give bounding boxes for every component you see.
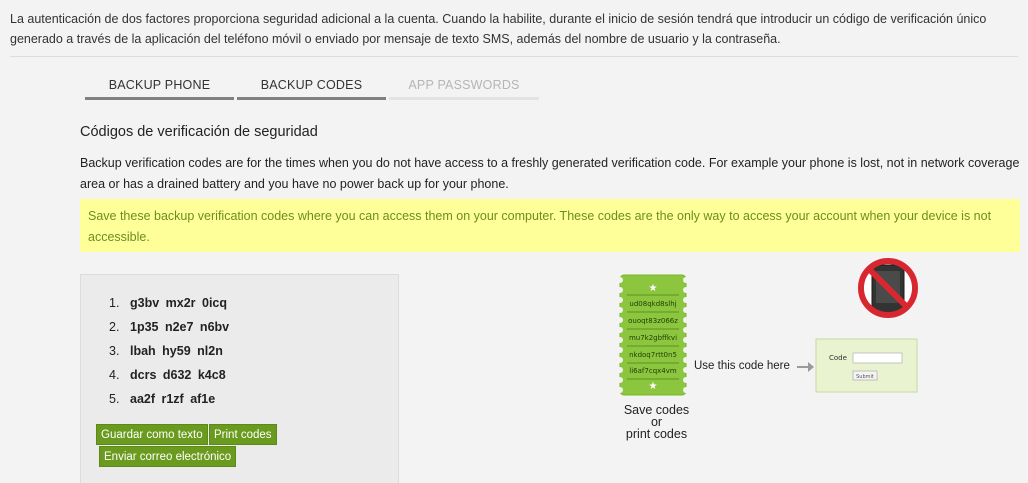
form-code-label: Code: [829, 354, 847, 362]
code-number: 5.: [109, 392, 120, 406]
backup-codes-panel: 1. g3bv mx2r 0icq 2. 1p35 n2e7 n6bv 3. lbah…: [80, 274, 399, 483]
section-title: Códigos de verificación de seguridad: [80, 124, 318, 140]
intro-text: La autenticación de dos factores proporc…: [10, 12, 987, 46]
svg-text:★: ★: [649, 283, 658, 294]
backup-code: 1p35 n2e7 n6bv: [130, 320, 230, 334]
print-codes-button[interactable]: Print codes: [209, 424, 277, 445]
code-number: 3.: [109, 344, 120, 358]
ticket-code: nkdoq7rtt0n5: [629, 351, 677, 359]
ticket-caption: Save codes or print codes: [600, 404, 713, 441]
divider: [10, 56, 1018, 57]
list-item: 2. 1p35 n2e7 n6bv: [109, 319, 229, 343]
ticket-icon: ★ ★ ud08qkd8slhj ouoqt83z066z mu7k2gbffk…: [617, 274, 689, 396]
no-phone-icon: [858, 258, 918, 318]
section-description: Backup verification codes are for the ti…: [80, 156, 1020, 191]
tab-underline: [389, 97, 539, 100]
send-email-button[interactable]: Enviar correo electrónico: [99, 446, 237, 467]
list-item: 1. g3bv mx2r 0icq: [109, 295, 229, 319]
backup-codes-list: 1. g3bv mx2r 0icq 2. 1p35 n2e7 n6bv 3. lbah…: [109, 295, 229, 415]
tab-backup-phone[interactable]: BACKUP PHONE: [85, 78, 234, 100]
list-item: 4. dcrs d632 k4c8: [109, 367, 229, 391]
code-number: 4.: [109, 368, 120, 382]
ticket-code: mu7k2gbffkvi: [629, 334, 677, 342]
list-item: 5. aa2f r1zf af1e: [109, 391, 229, 415]
tab-label: BACKUP CODES: [260, 78, 363, 92]
code-number: 2.: [109, 320, 120, 334]
backup-code: dcrs d632 k4c8: [130, 368, 226, 382]
code-number: 1.: [109, 296, 120, 310]
tab-backup-codes[interactable]: BACKUP CODES: [237, 78, 386, 100]
svg-text:★: ★: [649, 381, 658, 392]
form-button-label: Submit: [856, 374, 874, 380]
notice-banner: Save these backup verification codes whe…: [80, 199, 1020, 252]
caption-line: print codes: [625, 427, 688, 441]
tab-label: APP PASSWORDS: [408, 78, 520, 92]
list-item: 3. lbah hy59 nl2n: [109, 343, 229, 367]
backup-codes-illustration: ★ ★ ud08qkd8slhj ouoqt83z066z mu7k2gbffk…: [600, 255, 930, 455]
tab-underline: [237, 97, 386, 100]
save-as-text-button[interactable]: Guardar como texto: [96, 424, 208, 445]
arrow-right-icon: [797, 362, 814, 372]
use-code-label: Use this code here: [694, 360, 790, 372]
tab-underline: [85, 97, 234, 100]
ticket-code: li6af7cqx4vm: [629, 367, 677, 375]
ticket-code: ud08qkd8slhj: [629, 300, 676, 308]
backup-code: aa2f r1zf af1e: [130, 392, 216, 406]
backup-code: g3bv mx2r 0icq: [130, 296, 228, 310]
ticket-code: ouoqt83z066z: [628, 317, 678, 325]
login-form-icon: Code Submit: [815, 338, 918, 393]
tab-app-passwords[interactable]: APP PASSWORDS: [389, 78, 539, 100]
backup-code: lbah hy59 nl2n: [130, 344, 223, 358]
tab-label: BACKUP PHONE: [108, 78, 211, 92]
